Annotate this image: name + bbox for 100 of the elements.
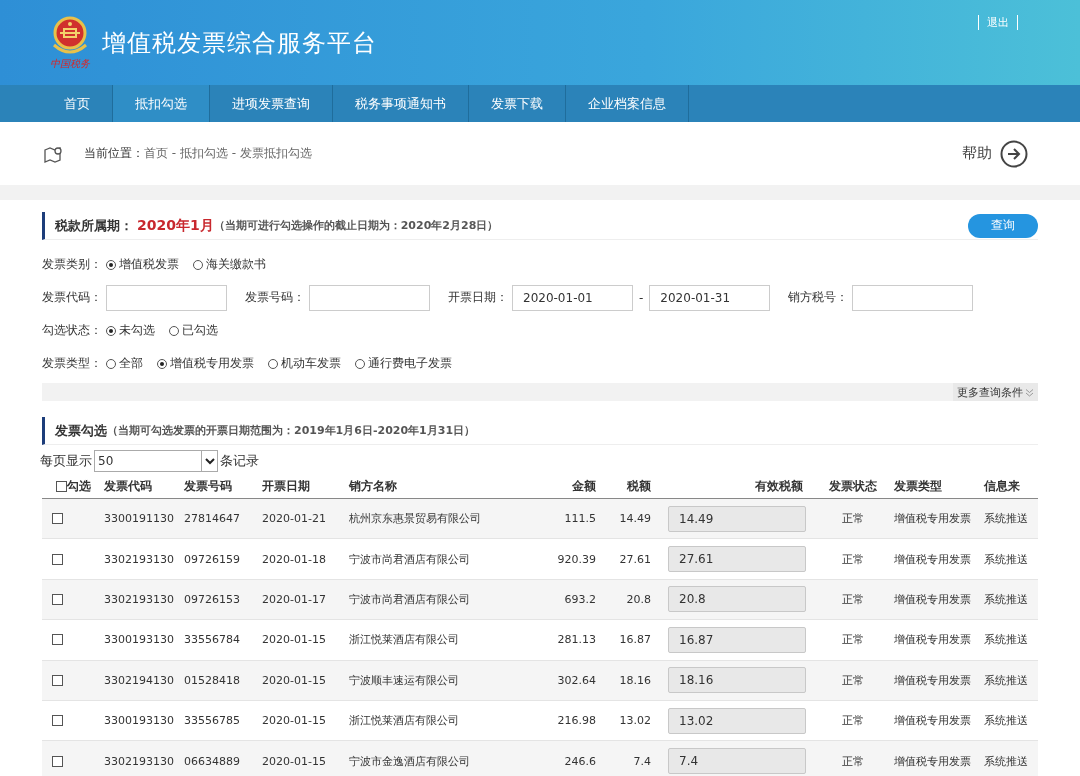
field-label: 销方税号： <box>788 289 849 306</box>
radio-option[interactable]: 未勾选 <box>106 322 155 339</box>
table-cell-text: 2020-01-15 <box>261 673 327 687</box>
table-cell-text: 浙江悦莱酒店有限公司 <box>348 713 460 729</box>
radio-option[interactable]: 增值税发票 <box>106 256 179 273</box>
date-field[interactable]: 2020-01-01 <box>512 284 633 311</box>
table-cell-text: 302.64 <box>556 673 597 687</box>
table-cell-text: 正常 <box>840 713 865 729</box>
table-cell-text: 宁波顺丰速运有限公司 <box>348 672 460 688</box>
column-header: 销方名称 <box>348 477 398 495</box>
page-size-suffix: 条记录 <box>220 452 259 470</box>
table-cell-text: 111.5 <box>563 512 597 526</box>
tax-amount-field[interactable]: 27.61 <box>668 546 806 573</box>
logo-text: 中国税务 <box>50 56 90 71</box>
radio-option[interactable]: 全部 <box>106 355 143 372</box>
table-cell-text: 3302193130 <box>103 592 175 606</box>
table-cell-text: 系统推送 <box>983 672 1029 688</box>
column-header: 发票号码 <box>183 477 233 495</box>
table-cell-text: 7.4 <box>632 754 652 768</box>
table-cell-text: 3300193130 <box>103 714 175 728</box>
field-label: 发票类型： <box>42 355 102 372</box>
tax-amount-field[interactable]: 16.87 <box>668 626 806 653</box>
tax-amount-field[interactable]: 13.02 <box>668 707 806 734</box>
section-note: （当期可勾选发票的开票日期范围为：2019年1月6日-2020年1月31日） <box>107 423 476 438</box>
date-field[interactable]: 2020-01-31 <box>649 284 771 311</box>
column-header: 有效税额 <box>754 477 804 495</box>
column-header: 发票代码 <box>103 477 153 495</box>
page-size-label: 每页显示 <box>40 452 92 470</box>
nav-tab[interactable]: 发票下载 <box>469 85 566 122</box>
tax-amount-field[interactable]: 18.16 <box>668 667 806 694</box>
tax-amount-field[interactable]: 7.4 <box>668 748 806 775</box>
table-cell-text: 增值税专用发票 <box>893 672 972 688</box>
tax-amount-field[interactable]: 14.49 <box>668 505 806 532</box>
input-field[interactable] <box>852 284 974 311</box>
table-cell-text: 杭州京东惠景贸易有限公司 <box>348 511 482 527</box>
period-label: 税款所属期： <box>55 216 133 235</box>
table-cell-text: 2020-01-15 <box>261 633 327 647</box>
breadcrumb-path: 首页 - 抵扣勾选 - 发票抵扣勾选 <box>144 145 312 162</box>
range-separator: - <box>639 290 644 305</box>
table-cell-text: 2020-01-15 <box>261 754 327 768</box>
field-label: 发票号码： <box>245 289 305 306</box>
row-checkbox[interactable] <box>52 634 63 646</box>
table-cell-text: 33556784 <box>183 633 241 647</box>
field-label: 发票代码： <box>42 289 102 306</box>
table-cell-text: 16.87 <box>618 633 652 647</box>
radio-option[interactable]: 通行费电子发票 <box>355 355 452 372</box>
radio-option[interactable]: 已勾选 <box>169 322 218 339</box>
row-checkbox[interactable] <box>52 674 63 686</box>
table-cell-text: 2020-01-17 <box>261 592 327 606</box>
row-checkbox[interactable] <box>52 553 63 565</box>
input-field[interactable] <box>106 284 227 311</box>
table-cell-text: 2020-01-21 <box>261 512 327 526</box>
column-header: 开票日期 <box>261 477 311 495</box>
tax-amount-field[interactable]: 20.8 <box>668 586 806 613</box>
radio-option[interactable]: 机动车发票 <box>268 355 341 372</box>
table-cell-text: 系统推送 <box>983 713 1029 729</box>
row-checkbox[interactable] <box>52 593 63 605</box>
nav-tab[interactable]: 税务事项通知书 <box>333 85 469 122</box>
table-cell-text: 216.98 <box>556 714 597 728</box>
nav-tab[interactable]: 抵扣勾选 <box>113 85 210 122</box>
radio-option[interactable]: 增值税专用发票 <box>157 355 254 372</box>
help-link[interactable]: 帮助 <box>962 139 1028 168</box>
table-cell-text: 正常 <box>840 591 865 607</box>
input-field[interactable] <box>309 284 430 311</box>
table-cell-text: 3300191130 <box>103 512 175 526</box>
table-cell-text: 3302194130 <box>103 673 175 687</box>
radio-option[interactable]: 海关缴款书 <box>193 256 266 273</box>
row-checkbox[interactable] <box>52 513 63 525</box>
field-label: 勾选状态： <box>42 322 102 339</box>
column-header: 金额 <box>571 477 597 495</box>
table-cell-text: 系统推送 <box>983 632 1029 648</box>
page-size-select[interactable]: 50 <box>94 450 218 472</box>
nav-tab[interactable]: 进项发票查询 <box>210 85 333 122</box>
table-cell-text: 27.61 <box>618 552 652 566</box>
row-checkbox[interactable] <box>52 755 63 767</box>
breadcrumb-label: 当前位置： <box>84 145 144 162</box>
select-all-checkbox[interactable] <box>56 480 67 492</box>
row-checkbox[interactable] <box>52 715 63 727</box>
table-cell-text: 13.02 <box>618 714 652 728</box>
field-label: 发票类别： <box>42 256 102 273</box>
table-cell-text: 系统推送 <box>983 511 1029 527</box>
table-cell-text: 宁波市尚君酒店有限公司 <box>348 591 471 607</box>
table-cell-text: 2020-01-15 <box>261 714 327 728</box>
chevron-down-icon <box>1025 387 1034 397</box>
table-cell-text: 3300193130 <box>103 633 175 647</box>
table-cell-text: 正常 <box>840 753 865 769</box>
table-cell-text: 20.8 <box>625 592 652 606</box>
table-cell-text: 宁波市尚君酒店有限公司 <box>348 551 471 567</box>
more-filters-link[interactable]: 更多查询条件 <box>953 383 1038 401</box>
table-cell-text: 增值税专用发票 <box>893 753 972 769</box>
table-cell-text: 正常 <box>840 551 865 567</box>
table-cell-text: 06634889 <box>183 754 241 768</box>
table-cell-text: 正常 <box>840 511 865 527</box>
table-cell-text: 增值税专用发票 <box>893 632 972 648</box>
table-cell-text: 2020-01-18 <box>261 552 327 566</box>
period-note: （当期可进行勾选操作的截止日期为：2020年2月28日） <box>213 218 499 233</box>
nav-tab[interactable]: 企业档案信息 <box>566 85 689 122</box>
caret-icon <box>204 457 215 465</box>
table-cell-text: 系统推送 <box>983 591 1029 607</box>
column-header: 发票状态 <box>827 477 878 495</box>
